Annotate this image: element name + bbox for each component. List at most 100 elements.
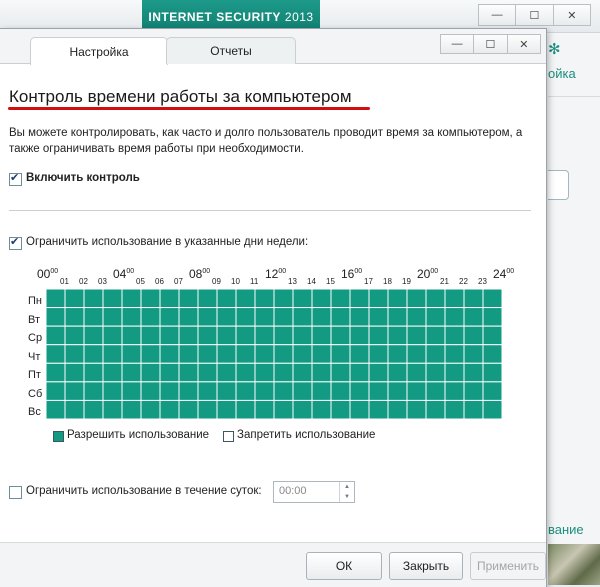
schedule-cell[interactable] (311, 381, 332, 401)
limit-days-checkbox[interactable] (9, 235, 22, 250)
schedule-cell[interactable] (349, 344, 370, 364)
schedule-cell[interactable] (102, 362, 123, 383)
schedule-cell[interactable] (102, 307, 123, 327)
schedule-cell[interactable] (102, 399, 123, 419)
schedule-cell[interactable] (463, 362, 484, 383)
schedule-cell[interactable] (406, 399, 427, 419)
schedule-cell[interactable] (349, 362, 370, 383)
schedule-cell[interactable] (311, 289, 332, 309)
schedule-cell[interactable] (463, 344, 484, 364)
schedule-cell[interactable] (292, 325, 313, 346)
schedule-cell[interactable] (46, 307, 66, 327)
schedule-cell[interactable] (330, 289, 351, 309)
schedule-cell[interactable] (102, 289, 123, 309)
schedule-cell[interactable] (368, 399, 389, 419)
schedule-cell[interactable] (64, 325, 85, 346)
schedule-cell[interactable] (46, 344, 66, 364)
schedule-cell[interactable] (482, 289, 502, 309)
schedule-cell[interactable] (368, 344, 389, 364)
schedule-cell[interactable] (83, 362, 104, 383)
schedule-cell[interactable] (368, 362, 389, 383)
schedule-cell[interactable] (121, 362, 142, 383)
schedule-cell[interactable] (387, 289, 408, 309)
schedule-cell[interactable] (197, 307, 218, 327)
schedule-grid[interactable] (46, 289, 502, 419)
tab-reports[interactable]: Отчеты (166, 37, 296, 64)
schedule-cell[interactable] (463, 399, 484, 419)
schedule-cell[interactable] (197, 344, 218, 364)
schedule-cell[interactable] (273, 289, 294, 309)
tab-settings[interactable]: Настройка (30, 37, 168, 65)
schedule-cell[interactable] (425, 344, 446, 364)
schedule-cell[interactable] (140, 344, 161, 364)
ok-button[interactable]: ОК (306, 552, 382, 580)
schedule-cell[interactable] (273, 344, 294, 364)
main-settings-link[interactable]: ✻ ойка (548, 40, 600, 92)
schedule-cell[interactable] (216, 399, 237, 419)
main-maximize-button[interactable]: ☐ (515, 4, 554, 26)
schedule-cell[interactable] (159, 362, 180, 383)
enable-control-label[interactable]: Включить контроль (26, 172, 140, 184)
schedule-cell[interactable] (387, 381, 408, 401)
schedule-cell[interactable] (406, 289, 427, 309)
schedule-cell[interactable] (235, 289, 256, 309)
schedule-cell[interactable] (463, 325, 484, 346)
schedule-cell[interactable] (235, 325, 256, 346)
schedule-cell[interactable] (83, 325, 104, 346)
schedule-cell[interactable] (64, 289, 85, 309)
schedule-cell[interactable] (292, 399, 313, 419)
schedule-cell[interactable] (216, 344, 237, 364)
limit-day-checkbox[interactable] (9, 486, 22, 499)
schedule-grid-svg[interactable] (46, 289, 502, 419)
schedule-cell[interactable] (121, 325, 142, 346)
schedule-cell[interactable] (387, 307, 408, 327)
schedule-cell[interactable] (273, 362, 294, 383)
schedule-cell[interactable] (121, 344, 142, 364)
schedule-cell[interactable] (406, 362, 427, 383)
schedule-cell[interactable] (254, 399, 275, 419)
schedule-cell[interactable] (216, 362, 237, 383)
schedule-cell[interactable] (46, 289, 66, 309)
dialog-maximize-button[interactable]: ☐ (473, 34, 508, 54)
schedule-cell[interactable] (425, 381, 446, 401)
schedule-cell[interactable] (102, 381, 123, 401)
schedule-cell[interactable] (64, 344, 85, 364)
schedule-cell[interactable] (425, 289, 446, 309)
schedule-cell[interactable] (349, 325, 370, 346)
schedule-cell[interactable] (235, 344, 256, 364)
schedule-cell[interactable] (197, 325, 218, 346)
schedule-cell[interactable] (387, 325, 408, 346)
schedule-cell[interactable] (121, 307, 142, 327)
schedule-cell[interactable] (425, 399, 446, 419)
schedule-cell[interactable] (311, 399, 332, 419)
schedule-cell[interactable] (235, 399, 256, 419)
schedule-cell[interactable] (482, 325, 502, 346)
schedule-cell[interactable] (159, 381, 180, 401)
schedule-cell[interactable] (83, 344, 104, 364)
daily-limit-time-input[interactable]: 00:00 ▲ ▼ (273, 481, 355, 503)
schedule-cell[interactable] (349, 399, 370, 419)
schedule-cell[interactable] (387, 362, 408, 383)
schedule-cell[interactable] (140, 307, 161, 327)
time-spinner[interactable]: ▲ ▼ (339, 482, 354, 502)
schedule-cell[interactable] (444, 325, 465, 346)
schedule-cell[interactable] (292, 307, 313, 327)
schedule-cell[interactable] (235, 307, 256, 327)
schedule-cell[interactable] (197, 362, 218, 383)
schedule-cell[interactable] (159, 344, 180, 364)
schedule-cell[interactable] (330, 344, 351, 364)
schedule-cell[interactable] (254, 325, 275, 346)
schedule-cell[interactable] (368, 307, 389, 327)
schedule-cell[interactable] (330, 307, 351, 327)
schedule-cell[interactable] (216, 289, 237, 309)
schedule-cell[interactable] (349, 381, 370, 401)
schedule-cell[interactable] (64, 381, 85, 401)
dialog-minimize-button[interactable]: — (440, 34, 475, 54)
schedule-cell[interactable] (368, 289, 389, 309)
schedule-cell[interactable] (482, 344, 502, 364)
main-close-button[interactable]: ✕ (552, 4, 591, 26)
schedule-cell[interactable] (425, 325, 446, 346)
schedule-cell[interactable] (235, 362, 256, 383)
schedule-cell[interactable] (311, 344, 332, 364)
schedule-cell[interactable] (140, 381, 161, 401)
